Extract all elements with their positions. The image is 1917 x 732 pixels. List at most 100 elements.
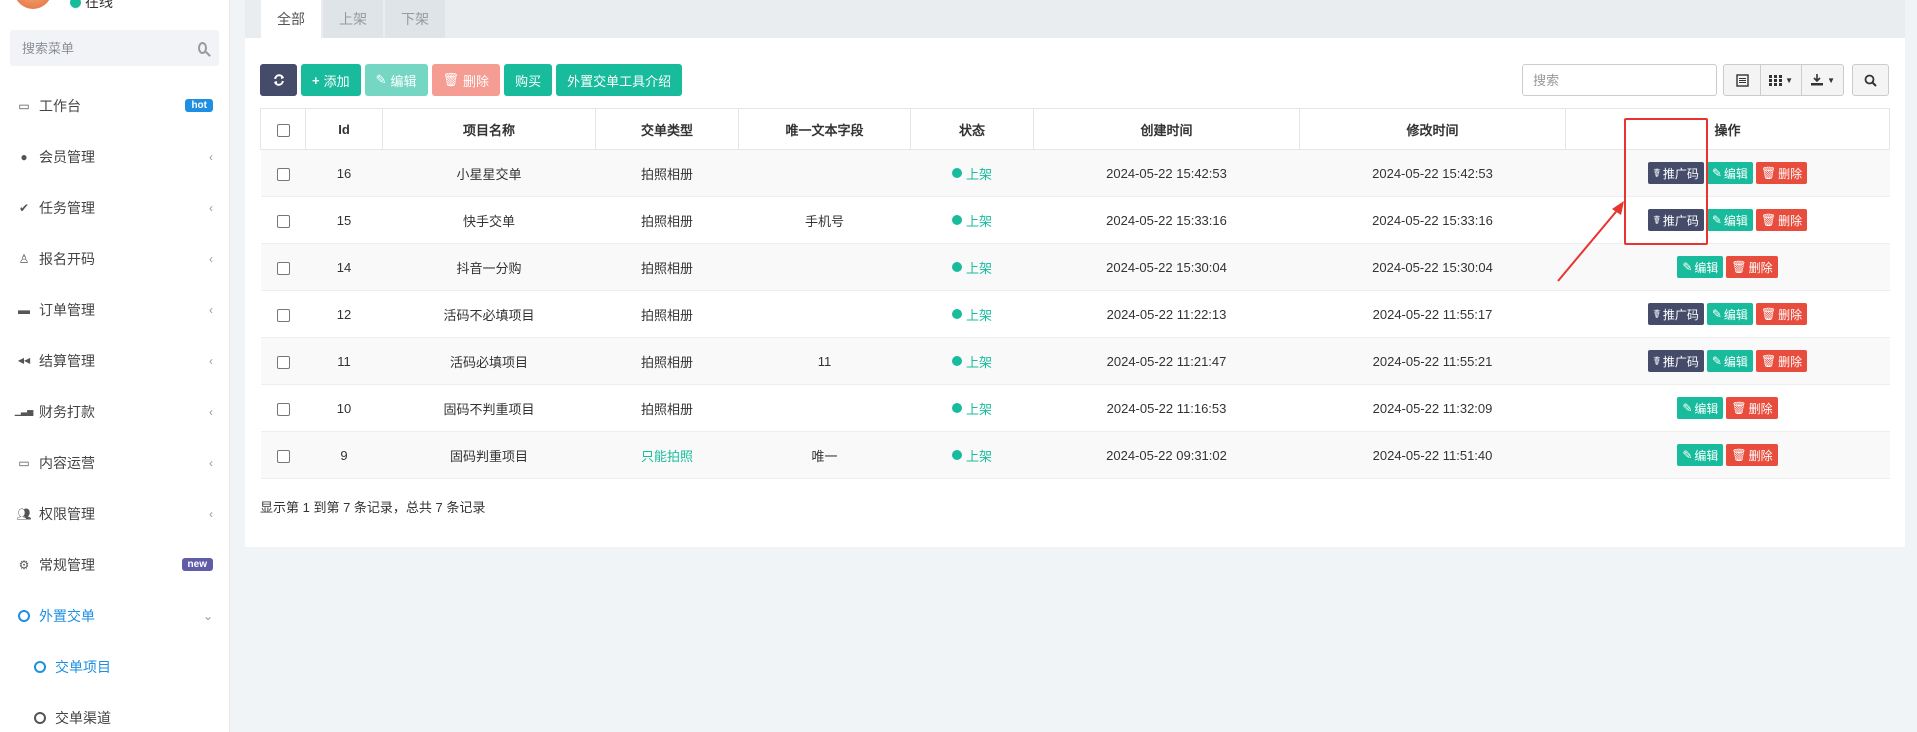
- sidebar-item-10[interactable]: 外置交单 ⌄: [0, 590, 229, 641]
- cell-actions: ☤ 推广码 ✎ 编辑 🗑︎ 删除: [1565, 337, 1890, 385]
- toggle-view-button[interactable]: [1724, 65, 1762, 95]
- status-badge[interactable]: 上架: [951, 211, 992, 230]
- row-checkbox[interactable]: [276, 261, 290, 275]
- row-delete-button[interactable]: 🗑︎ 删除: [1755, 350, 1808, 372]
- sidebar-item-1[interactable]: ● 会员管理 ‹: [0, 131, 229, 182]
- row-actions: ☤ 推广码 ✎ 编辑 🗑︎ 删除: [1647, 209, 1808, 231]
- row-edit-button[interactable]: ✎ 编辑: [1677, 397, 1724, 419]
- table-row[interactable]: 9 固码判重项目 只能拍照 唯一 上架 2024-05-22 09:31:02 …: [260, 431, 1890, 479]
- sidebar-item-2[interactable]: ✔ 任务管理 ‹: [0, 182, 229, 233]
- row-checkbox[interactable]: [276, 167, 290, 181]
- chevron-left-icon: ‹: [209, 455, 213, 470]
- folder-icon: ▬: [18, 302, 30, 317]
- search-toggle-button[interactable]: [1852, 64, 1889, 96]
- view-tool-group: ▼ ▼: [1723, 64, 1844, 96]
- sidebar-item-6[interactable]: ▁▃▅ 财务打款 ‹: [0, 386, 229, 437]
- row-edit-button[interactable]: ✎ 编辑: [1706, 303, 1753, 325]
- sidebar-item-7[interactable]: ▭ 内容运营 ‹: [0, 437, 229, 488]
- col-header-status[interactable]: 状态: [910, 108, 1034, 150]
- row-checkbox[interactable]: [276, 214, 290, 228]
- sidebar-item-9[interactable]: ⚙ 常规管理 new: [0, 539, 229, 590]
- row-edit-button[interactable]: ✎ 编辑: [1677, 256, 1724, 278]
- tab-2[interactable]: 下架: [385, 0, 445, 38]
- table-row[interactable]: 10 固码不判重项目 拍照相册 上架 2024-05-22 11:16:53 2…: [260, 384, 1890, 432]
- intro-button[interactable]: 外置交单工具介绍: [556, 64, 683, 96]
- select-all-checkbox[interactable]: [276, 123, 290, 137]
- cell-name: 活码不必填项目: [382, 290, 596, 338]
- cell-actions: ✎ 编辑 🗑︎ 删除: [1565, 243, 1890, 291]
- tab-0[interactable]: 全部: [261, 0, 321, 38]
- sidebar-item-11[interactable]: 交单项目: [0, 641, 229, 692]
- cell-name: 快手交单: [382, 196, 596, 244]
- row-delete-button[interactable]: 🗑︎ 删除: [1755, 303, 1808, 325]
- avatar[interactable]: [14, 0, 52, 9]
- row-select-cell: [260, 243, 306, 291]
- col-header-type[interactable]: 交单类型: [595, 108, 739, 150]
- row-checkbox[interactable]: [276, 402, 290, 416]
- export-button[interactable]: ▼: [1802, 65, 1843, 95]
- sidebar-item-3[interactable]: ♙ 报名开码 ‹: [0, 233, 229, 284]
- col-header-name[interactable]: 项目名称: [382, 108, 596, 150]
- table-body: 16 小星星交单 拍照相册 上架 2024-05-22 15:42:53 202…: [260, 149, 1890, 479]
- col-header-created[interactable]: 创建时间: [1033, 108, 1300, 150]
- sidebar-item-0[interactable]: ▭ 工作台 hot: [0, 80, 229, 131]
- status-dot: [951, 356, 962, 366]
- status-badge[interactable]: 上架: [951, 446, 992, 465]
- table-row[interactable]: 16 小星星交单 拍照相册 上架 2024-05-22 15:42:53 202…: [260, 149, 1890, 197]
- promo-code-button[interactable]: ☤ 推广码: [1647, 350, 1704, 372]
- status-badge[interactable]: 上架: [951, 399, 992, 418]
- menu-search-input[interactable]: [22, 40, 198, 56]
- sidebar-item-8[interactable]: 👥︎ 权限管理 ‹: [0, 488, 229, 539]
- promo-code-button[interactable]: ☤ 推广码: [1647, 303, 1704, 325]
- row-delete-button[interactable]: 🗑︎ 删除: [1726, 444, 1778, 466]
- type-text: 只能拍照: [640, 448, 693, 464]
- delete-button[interactable]: 🗑︎ 删除: [431, 64, 501, 96]
- table-row[interactable]: 11 活码必填项目 拍照相册 11 上架 2024-05-22 11:21:47…: [260, 337, 1890, 385]
- user-panel: 在线: [14, 0, 113, 12]
- row-edit-button[interactable]: ✎ 编辑: [1706, 350, 1753, 372]
- search-icon[interactable]: [198, 42, 207, 54]
- row-delete-button[interactable]: 🗑︎ 删除: [1726, 256, 1778, 278]
- row-edit-button[interactable]: ✎ 编辑: [1677, 444, 1724, 466]
- row-actions: ☤ 推广码 ✎ 编辑 🗑︎ 删除: [1647, 350, 1808, 372]
- columns-button[interactable]: ▼: [1761, 65, 1803, 95]
- col-header-modified[interactable]: 修改时间: [1299, 108, 1566, 150]
- sidebar-item-4[interactable]: ▬ 订单管理 ‹: [0, 284, 229, 335]
- promo-code-button[interactable]: ☤ 推广码: [1647, 162, 1704, 184]
- col-header-field[interactable]: 唯一文本字段: [738, 108, 911, 150]
- qrcode-icon: ☤: [1652, 354, 1661, 368]
- row-edit-button[interactable]: ✎ 编辑: [1706, 209, 1753, 231]
- row-checkbox[interactable]: [276, 308, 290, 322]
- cell-type: 拍照相册: [595, 196, 739, 244]
- chevron-down-icon: ⌄: [202, 608, 213, 623]
- status-badge[interactable]: 上架: [951, 164, 992, 183]
- pencil-icon: ✎: [1711, 213, 1722, 227]
- row-checkbox[interactable]: [276, 449, 290, 463]
- chevron-left-icon: ‹: [209, 251, 213, 266]
- table-row[interactable]: 14 抖音一分购 拍照相册 上架 2024-05-22 15:30:04 202…: [260, 243, 1890, 291]
- row-delete-button[interactable]: 🗑︎ 删除: [1755, 209, 1808, 231]
- tab-1[interactable]: 上架: [323, 0, 383, 38]
- status-badge[interactable]: 上架: [951, 258, 992, 277]
- buy-button[interactable]: 购买: [504, 64, 553, 96]
- chevron-left-icon: ‹: [209, 353, 213, 368]
- sidebar-item-5[interactable]: ◀◀ 结算管理 ‹: [0, 335, 229, 386]
- row-delete-button[interactable]: 🗑︎ 删除: [1755, 162, 1808, 184]
- cell-field: [738, 243, 911, 291]
- promo-code-button[interactable]: ☤ 推广码: [1647, 209, 1704, 231]
- cell-name: 抖音一分购: [382, 243, 596, 291]
- col-header-id[interactable]: Id: [305, 108, 383, 150]
- sidebar-item-12[interactable]: 交单渠道: [0, 692, 229, 732]
- sidebar-search: [10, 30, 219, 66]
- table-row[interactable]: 12 活码不必填项目 拍照相册 上架 2024-05-22 11:22:13 2…: [260, 290, 1890, 338]
- status-badge[interactable]: 上架: [951, 352, 992, 371]
- edit-button[interactable]: ✎ 编辑: [364, 64, 428, 96]
- add-button[interactable]: + 添加: [301, 64, 361, 96]
- refresh-button[interactable]: [260, 64, 297, 96]
- table-row[interactable]: 15 快手交单 拍照相册 手机号 上架 2024-05-22 15:33:16 …: [260, 196, 1890, 244]
- status-badge[interactable]: 上架: [951, 305, 992, 324]
- row-delete-button[interactable]: 🗑︎ 删除: [1726, 397, 1778, 419]
- row-checkbox[interactable]: [276, 355, 290, 369]
- table-search-input[interactable]: [1522, 64, 1718, 96]
- row-edit-button[interactable]: ✎ 编辑: [1706, 162, 1753, 184]
